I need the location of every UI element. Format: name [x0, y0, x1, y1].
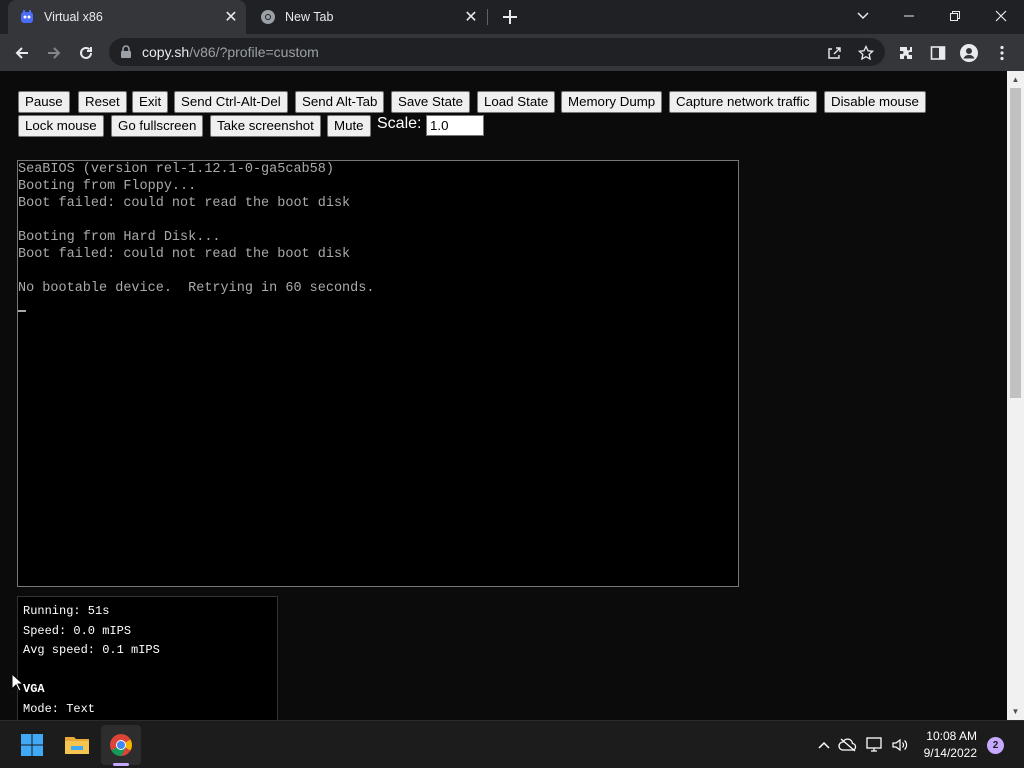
- scroll-up-icon[interactable]: ▲: [1007, 71, 1024, 88]
- volume-icon[interactable]: [890, 735, 910, 755]
- vga-heading: VGA: [23, 682, 45, 696]
- lock-mouse-button[interactable]: Lock mouse: [18, 115, 104, 137]
- network-icon[interactable]: [865, 735, 885, 755]
- tab-strip: Virtual x86 ✕ New Tab ✕: [0, 0, 1024, 34]
- mute-button[interactable]: Mute: [327, 115, 371, 137]
- terminal-line: SeaBIOS (version rel-1.12.1-0-ga5cab58): [18, 162, 334, 177]
- terminal-line: Boot failed: could not read the boot dis…: [18, 247, 351, 262]
- load-state-button[interactable]: Load State: [477, 91, 556, 113]
- terminal-line: Booting from Hard Disk...: [18, 230, 221, 245]
- address-bar[interactable]: copy.sh/v86/?profile=custom: [109, 38, 885, 66]
- text-cursor: [18, 310, 26, 312]
- page-scrollbar[interactable]: ▲ ▼: [1007, 71, 1024, 720]
- back-icon[interactable]: [8, 39, 36, 67]
- close-tab-icon[interactable]: ✕: [220, 6, 242, 28]
- minimize-icon[interactable]: [886, 0, 932, 32]
- scale-input[interactable]: [426, 115, 484, 136]
- forward-icon[interactable]: [40, 39, 68, 67]
- chevron-up-icon[interactable]: [814, 735, 834, 755]
- vga-mode: Mode: Text: [23, 702, 96, 716]
- terminal-line: Booting from Floppy...: [18, 179, 197, 194]
- tab-virtual-x86[interactable]: Virtual x86 ✕: [8, 0, 246, 34]
- url-path: /v86/?profile=custom: [189, 44, 319, 60]
- restore-icon[interactable]: [932, 0, 978, 32]
- runtime-info-panel: Running: 51s Speed: 0.0 mIPS Avg speed: …: [17, 596, 278, 720]
- side-panel-icon[interactable]: [927, 42, 949, 64]
- close-window-icon[interactable]: [978, 0, 1024, 32]
- disable-mouse-button[interactable]: Disable mouse: [824, 91, 926, 113]
- tab-new-tab[interactable]: New Tab ✕: [248, 0, 486, 34]
- onedrive-cloud-icon[interactable]: [838, 735, 858, 755]
- start-windows-icon[interactable]: [12, 725, 52, 765]
- file-explorer-icon[interactable]: [57, 725, 97, 765]
- menu-kebab-icon[interactable]: [991, 42, 1013, 64]
- chrome-taskbar-icon[interactable]: [101, 725, 141, 765]
- active-app-indicator: [113, 763, 129, 766]
- lock-icon: [120, 45, 132, 59]
- clock-date[interactable]: 9/14/2022: [924, 746, 977, 760]
- clock-time[interactable]: 10:08 AM: [926, 729, 977, 743]
- reset-button[interactable]: Reset: [78, 91, 127, 113]
- send-alt-tab-button[interactable]: Send Alt-Tab: [295, 91, 385, 113]
- profile-icon[interactable]: [958, 42, 980, 64]
- save-state-button[interactable]: Save State: [391, 91, 471, 113]
- memory-dump-button[interactable]: Memory Dump: [561, 91, 663, 113]
- go-fullscreen-button[interactable]: Go fullscreen: [111, 115, 204, 137]
- terminal-line: Boot failed: could not read the boot dis…: [18, 196, 351, 211]
- speed-value: Speed: 0.0 mIPS: [23, 624, 132, 638]
- exit-button[interactable]: Exit: [132, 91, 169, 113]
- reload-icon[interactable]: [72, 39, 100, 67]
- new-tab-button[interactable]: [498, 5, 522, 29]
- terminal-line: No bootable device. Retrying in 60 secon…: [18, 281, 375, 296]
- browser-toolbar: copy.sh/v86/?profile=custom: [0, 34, 1024, 71]
- emulator-screen[interactable]: SeaBIOS (version rel-1.12.1-0-ga5cab58) …: [17, 160, 739, 587]
- page-content: Pause Reset Exit Send Ctrl-Alt-Del Send …: [0, 71, 1007, 720]
- windows-taskbar: 10:08 AM 9/14/2022 2: [0, 720, 1024, 768]
- avg-speed-value: Avg speed: 0.1 mIPS: [23, 643, 160, 657]
- tab-search-icon[interactable]: [840, 0, 886, 32]
- scrollbar-thumb[interactable]: [1010, 88, 1021, 398]
- mouse-pointer-icon: [11, 672, 25, 698]
- bookmark-star-icon[interactable]: [855, 42, 877, 64]
- scroll-down-icon[interactable]: ▼: [1007, 703, 1024, 720]
- capture-network-traffic-button[interactable]: Capture network traffic: [669, 91, 817, 113]
- chrome-favicon-icon: [260, 9, 276, 25]
- send-ctrl-alt-del-button[interactable]: Send Ctrl-Alt-Del: [174, 91, 288, 113]
- url-host: copy.sh: [142, 44, 190, 60]
- running-time: Running: 51s: [23, 604, 110, 618]
- extensions-icon[interactable]: [895, 42, 917, 64]
- pause-button[interactable]: Pause: [18, 91, 70, 113]
- tab-title: Virtual x86: [44, 10, 103, 24]
- share-icon[interactable]: [823, 42, 845, 64]
- v86-favicon-icon: [19, 9, 35, 25]
- tab-title: New Tab: [285, 10, 334, 24]
- notification-badge[interactable]: 2: [987, 737, 1004, 754]
- scale-label: Scale:: [377, 115, 422, 132]
- take-screenshot-button[interactable]: Take screenshot: [210, 115, 321, 137]
- close-tab-icon[interactable]: ✕: [460, 6, 482, 28]
- tab-divider: [487, 9, 488, 25]
